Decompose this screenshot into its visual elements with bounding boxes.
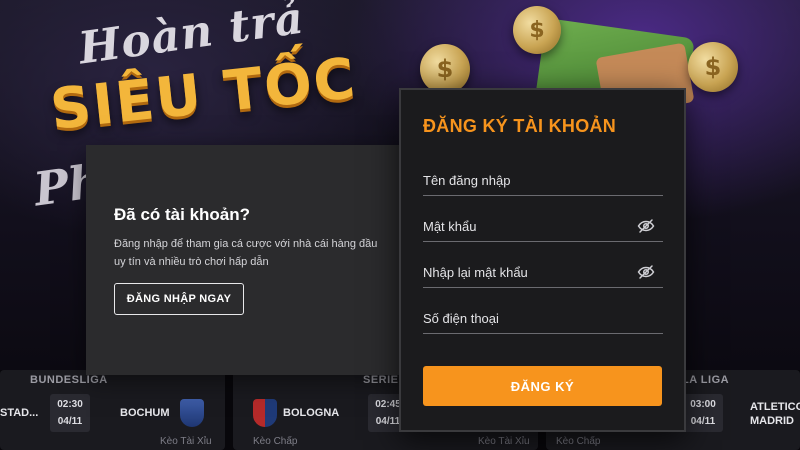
phone-field (423, 304, 663, 334)
confirm-password-input[interactable] (423, 258, 633, 286)
match-time-text: 03:00 (690, 399, 716, 410)
login-prompt-title: Đã có tài khoản? (114, 205, 251, 224)
coin-icon: $ (420, 44, 470, 94)
confirm-password-field (423, 258, 663, 288)
bologna-crest-icon (253, 399, 277, 427)
register-title: ĐĂNG KÝ TÀI KHOẢN (423, 116, 617, 136)
odds-label[interactable]: Kèo Chấp (253, 436, 297, 447)
eye-off-icon[interactable] (637, 263, 655, 281)
odds-label[interactable]: Kèo Chấp (556, 436, 600, 447)
odds-label[interactable]: Kèo Tài Xỉu (478, 436, 530, 447)
away-team: BOCHUM (120, 407, 170, 419)
login-prompt-panel: Đã có tài khoản? Đăng nhập để tham gia c… (86, 145, 416, 375)
register-submit-button[interactable]: ĐĂNG KÝ (423, 366, 662, 406)
home-team: BOLOGNA (283, 407, 340, 419)
coin-icon: $ (513, 6, 561, 54)
league-name: SERIE (363, 374, 399, 386)
register-panel: ĐĂNG KÝ TÀI KHOẢN ĐĂNG KÝ (399, 88, 686, 432)
match-time: 02:30 04/11 (50, 394, 90, 432)
match-date-text: 04/11 (57, 416, 83, 427)
username-input[interactable] (423, 166, 633, 194)
home-team: STAD... (0, 407, 39, 419)
odds-label[interactable]: Kèo Tài Xỉu (160, 436, 212, 447)
login-now-button[interactable]: ĐĂNG NHẬP NGAY (114, 283, 244, 315)
phone-input[interactable] (423, 304, 633, 332)
league-name: LA LIGA (682, 374, 730, 386)
away-team: ATLETICO MADRID (750, 401, 800, 427)
match-card[interactable]: BUNDESLIGA STAD... 02:30 04/11 BOCHUM Kè… (0, 370, 225, 450)
match-date-text: 04/11 (690, 416, 716, 427)
bochum-crest-icon (180, 399, 204, 427)
league-name: BUNDESLIGA (30, 374, 108, 386)
password-input[interactable] (423, 212, 633, 240)
password-field (423, 212, 663, 242)
match-time: 03:00 04/11 (683, 394, 723, 432)
eye-off-icon[interactable] (637, 217, 655, 235)
match-time-text: 02:30 (57, 399, 83, 410)
username-field (423, 166, 663, 196)
coin-icon: $ (688, 42, 738, 92)
login-prompt-description: Đăng nhập để tham gia cá cược với nhà cá… (114, 238, 378, 268)
